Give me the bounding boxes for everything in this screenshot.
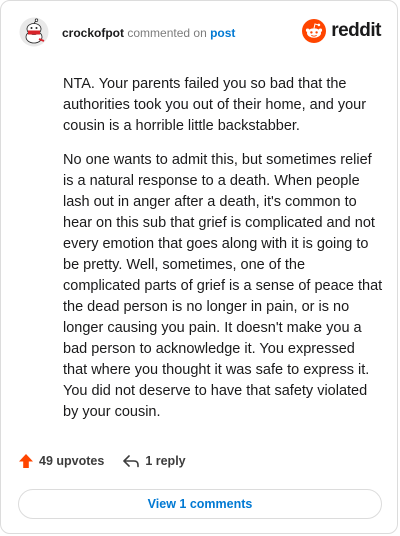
reply-count: 1 reply [145, 454, 186, 468]
upvote-arrow-icon [19, 454, 33, 468]
action-text: commented on [127, 26, 207, 40]
reply-button[interactable]: 1 reply [122, 453, 186, 469]
view-comments-button[interactable]: View 1 comments [18, 489, 382, 519]
reddit-logo-icon [302, 19, 327, 43]
comment-paragraph: NTA. Your parents failed you so bad that… [63, 76, 367, 134]
upvote-count: 49 upvotes [39, 454, 105, 468]
comment-card: crockofpot commented on post reddit NTA.… [0, 0, 398, 534]
comment-paragraph: No one wants to admit this, but sometime… [63, 152, 383, 420]
reddit-wordmark: reddit [331, 20, 381, 41]
reddit-brand[interactable]: reddit [302, 19, 381, 43]
comment-byline: crockofpot commented on post [62, 26, 235, 40]
upvote-button[interactable]: 49 upvotes [18, 453, 104, 469]
post-link[interactable]: post [210, 26, 235, 40]
comment-footer: 49 upvotes 1 reply [18, 453, 186, 469]
comment-body: NTA. Your parents failed you so bad that… [63, 74, 383, 436]
username-link[interactable]: crockofpot [62, 26, 124, 40]
reply-arrow-icon [123, 455, 140, 468]
avatar[interactable] [19, 17, 49, 47]
comment-header: crockofpot commented on post reddit [1, 1, 397, 63]
